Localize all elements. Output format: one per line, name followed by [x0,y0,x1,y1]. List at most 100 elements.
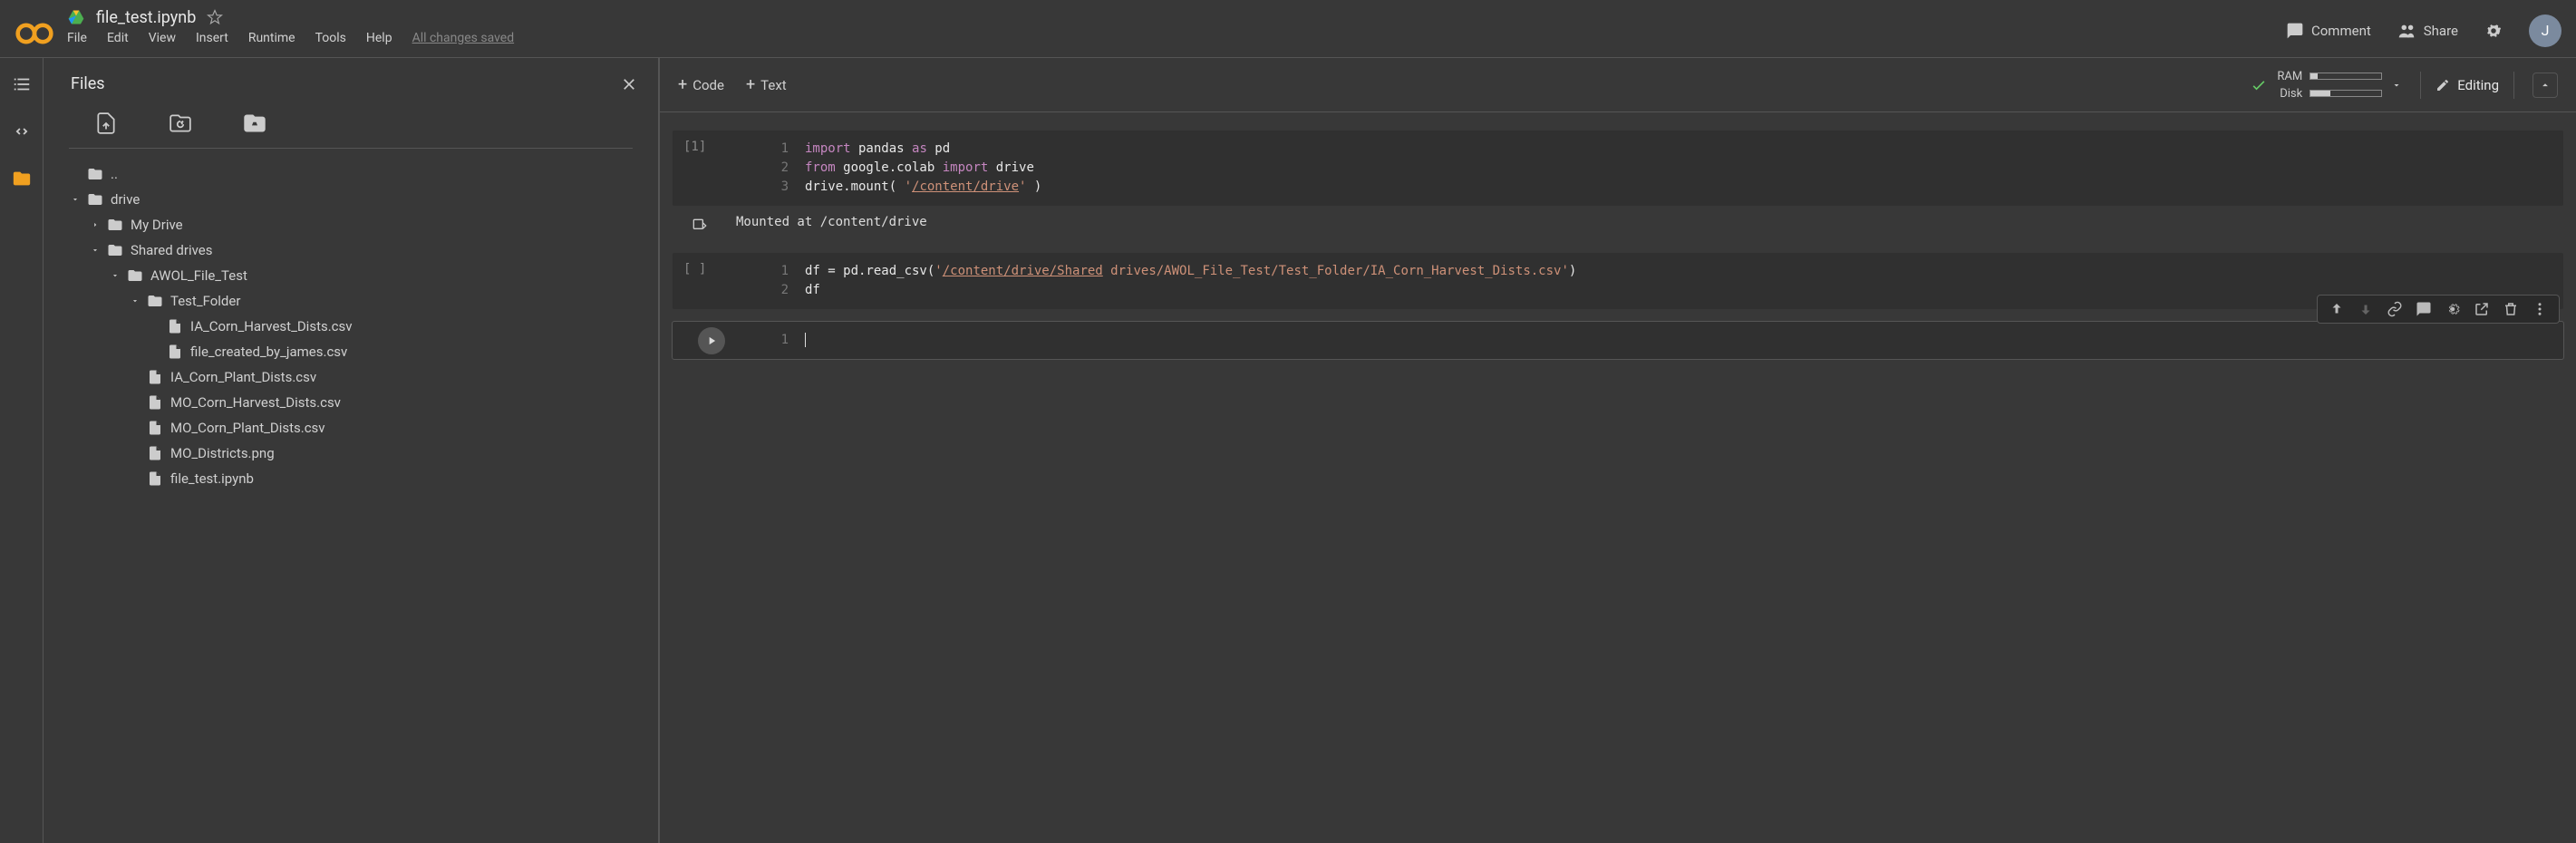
open-tab-icon[interactable] [2474,301,2490,317]
share-label: Share [2424,23,2458,39]
folder-up-icon [87,166,103,182]
pencil-icon [2436,78,2450,92]
header: file_test.ipynb File Edit View Insert Ru… [0,0,2576,58]
left-rail [0,58,44,843]
tree-label: AWOL_File_Test [150,267,247,284]
tree-label: file_created_by_james.csv [190,344,347,360]
comment-label: Comment [2311,23,2371,39]
menu-bar: File Edit View Insert Runtime Tools Help… [67,31,514,45]
menu-edit[interactable]: Edit [107,31,129,45]
run-cell-button[interactable] [698,327,725,354]
resource-indicator[interactable]: RAM Disk [2250,70,2402,101]
upload-icon[interactable] [94,111,118,135]
cell-action-bar [2317,295,2560,324]
folder-item[interactable]: Test_Folder [71,288,649,314]
menu-help[interactable]: Help [366,31,392,45]
cells-container: [1]1import pandas as pd2from google.cola… [660,112,2576,390]
add-text-button[interactable]: +Text [746,75,787,94]
parent-dir-item[interactable]: .. [71,161,649,187]
files-panel: Files .. drive My Drive Shared drives AWOL_F… [44,58,660,843]
files-tab-icon[interactable] [12,169,32,189]
file-icon [147,420,163,436]
output-icon [691,217,709,235]
code-cell[interactable]: [ ]1df = pd.read_csv('/content/drive/Sha… [673,253,2563,309]
cell-editor[interactable]: 1df = pd.read_csv('/content/drive/Shared… [751,253,2563,309]
code-snippets-icon[interactable] [12,121,32,141]
toc-icon[interactable] [12,74,32,94]
add-code-button[interactable]: +Code [678,75,724,94]
more-icon[interactable] [2532,301,2548,317]
cell-prompt: [1] [673,131,751,206]
menu-file[interactable]: File [67,31,87,45]
notebook-toolbar: +Code +Text RAM Disk Editing [660,58,2576,112]
file-icon [147,470,163,487]
folder-item[interactable]: drive [71,187,649,212]
code-cell[interactable]: 1 [673,322,2563,359]
notebook-area: +Code +Text RAM Disk Editing [660,58,2576,843]
tree-label: .. [111,166,118,182]
avatar[interactable]: J [2529,15,2561,47]
file-icon [167,344,183,360]
cell-editor[interactable]: 1import pandas as pd2from google.colab i… [751,131,2563,206]
tree-label: MO_Districts.png [170,445,275,461]
link-icon[interactable] [2387,301,2403,317]
cell-output: Mounted at /content/drive [673,206,2563,240]
move-down-icon[interactable] [2358,301,2374,317]
folder-icon [107,217,123,233]
menu-tools[interactable]: Tools [315,31,346,45]
file-item[interactable]: MO_Corn_Harvest_Dists.csv [71,390,649,415]
cell-editor[interactable]: 1 [751,322,2563,359]
file-item[interactable]: file_test.ipynb [71,466,649,491]
tree-label: My Drive [131,217,183,233]
comment-icon[interactable] [2416,301,2432,317]
tree-label: Shared drives [131,242,212,258]
file-item[interactable]: file_created_by_james.csv [71,339,649,364]
chevron-down-icon [71,195,80,204]
file-item[interactable]: IA_Corn_Harvest_Dists.csv [71,314,649,339]
menu-view[interactable]: View [149,31,176,45]
tree-label: drive [111,191,140,208]
file-tree: .. drive My Drive Shared drives AWOL_File_Te… [44,158,658,491]
chevron-down-icon [91,246,100,255]
save-status[interactable]: All changes saved [412,31,515,45]
tree-label: MO_Corn_Harvest_Dists.csv [170,394,341,411]
tree-label: Test_Folder [170,293,240,309]
star-icon[interactable] [207,9,223,25]
file-item[interactable]: MO_Corn_Plant_Dists.csv [71,415,649,441]
comment-button[interactable]: Comment [2286,22,2371,40]
share-button[interactable]: Share [2397,21,2458,41]
notebook-filename[interactable]: file_test.ipynb [96,8,196,27]
menu-runtime[interactable]: Runtime [248,31,295,45]
move-up-icon[interactable] [2329,301,2345,317]
delete-icon[interactable] [2503,301,2519,317]
tree-label: file_test.ipynb [170,470,254,487]
gear-icon[interactable] [2484,21,2503,41]
close-icon[interactable] [620,75,638,93]
folder-item[interactable]: AWOL_File_Test [71,263,649,288]
folder-item[interactable]: My Drive [71,212,649,237]
folder-icon [87,191,103,208]
file-icon [147,394,163,411]
files-toolbar [44,104,658,148]
chevron-up-icon [2539,79,2552,92]
code-cell[interactable]: [1]1import pandas as pd2from google.cola… [673,131,2563,240]
file-item[interactable]: MO_Districts.png [71,441,649,466]
file-icon [167,318,183,334]
chevron-right-icon [91,220,100,229]
folder-item[interactable]: Shared drives [71,237,649,263]
files-panel-title: Files [71,74,105,93]
mount-drive-icon[interactable] [243,111,266,135]
folder-icon [127,267,143,284]
drive-icon [67,8,85,26]
chevron-down-icon [131,296,140,305]
ram-label: RAM [2277,70,2302,83]
editing-mode-button[interactable]: Editing [2420,72,2514,99]
menu-insert[interactable]: Insert [196,31,228,45]
collapse-button[interactable] [2532,73,2558,98]
folder-icon [107,242,123,258]
refresh-icon[interactable] [169,111,192,135]
file-icon [147,445,163,461]
settings-icon[interactable] [2445,301,2461,317]
chevron-down-icon[interactable] [2391,80,2402,91]
file-item[interactable]: IA_Corn_Plant_Dists.csv [71,364,649,390]
